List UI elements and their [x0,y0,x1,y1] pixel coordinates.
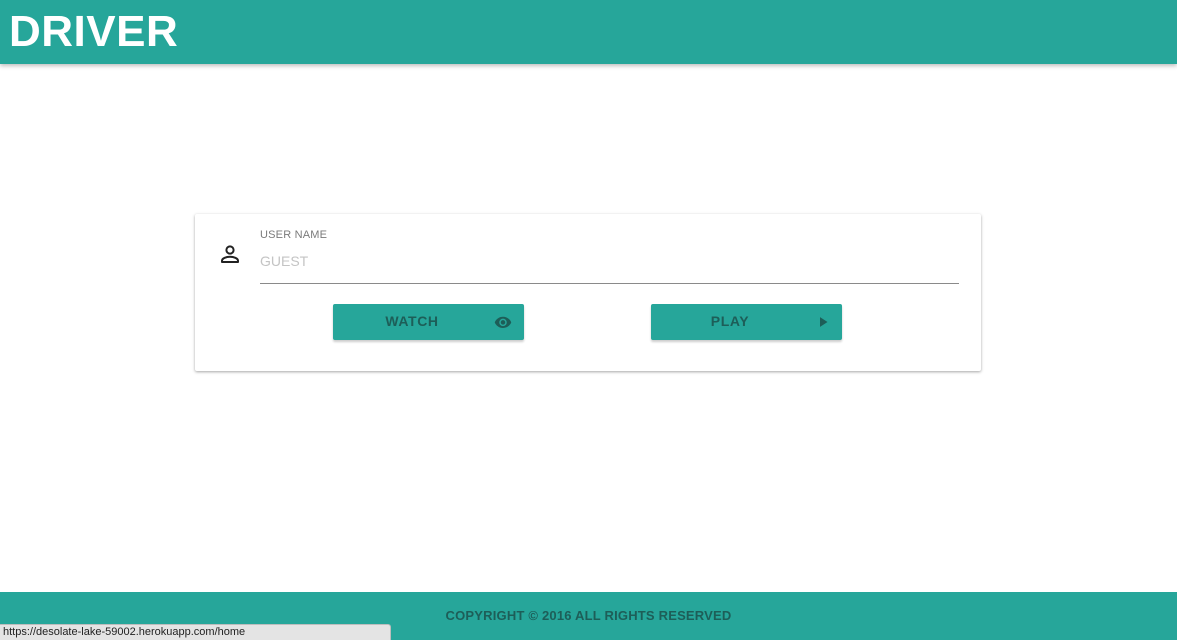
play-button-label: PLAY [710,313,750,329]
watch-button-label: WATCH [385,313,439,329]
username-label: USER NAME [260,229,328,241]
play-button[interactable]: PLAY [651,304,842,340]
play-icon [820,317,828,327]
person-icon [221,245,239,263]
username-input[interactable] [260,248,959,284]
eye-icon [494,316,512,328]
app-bar: DRIVER [0,0,1177,64]
login-card: USER NAME WATCH PLAY [195,214,981,371]
watch-button[interactable]: WATCH [333,304,524,340]
status-bar-url: https://desolate-lake-59002.herokuapp.co… [0,624,391,640]
copyright-text: COPYRIGHT © 2016 ALL RIGHTS RESERVED [445,608,732,623]
app-title: DRIVER [9,7,179,56]
